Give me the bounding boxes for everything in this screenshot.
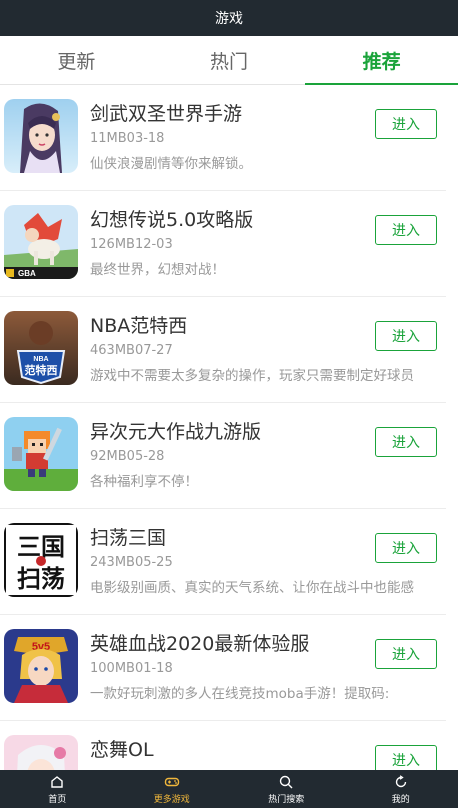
tab-recommend[interactable]: 推荐 (305, 36, 458, 85)
game-name: 扫荡三国 (90, 527, 167, 549)
game-meta: 126MB12-03 (90, 237, 173, 252)
fantasy-text: 范特西 (25, 363, 58, 377)
enter-button[interactable]: 进入 (375, 215, 437, 245)
game-meta: 11MB03-18 (90, 131, 165, 146)
game-name: 恋舞OL (90, 739, 154, 761)
dance-girl-icon[interactable] (4, 735, 78, 770)
game-name: NBA范特西 (90, 315, 188, 337)
pixel-warrior-icon[interactable] (4, 417, 78, 491)
nav-label: 更多游戏 (153, 794, 190, 805)
game-name: 剑武双圣世界手游 (90, 103, 243, 125)
game-desc: 电影级别画质、真实的天气系统、让你在战斗中也能感 (90, 580, 414, 596)
enter-button[interactable]: 进入 (375, 533, 437, 563)
home-icon (51, 775, 63, 788)
enter-button[interactable]: 进入 (375, 321, 437, 351)
game-desc: 仙侠浪漫剧情等你来解锁。 (90, 156, 252, 172)
list-item[interactable]: 异次元大作战九游版 92MB05-28 各种福利享不停！ 进入 (0, 403, 446, 509)
game-name: 异次元大作战九游版 (90, 421, 262, 443)
game-meta: 463MB07-27 (90, 343, 173, 358)
nav-label: 首页 (48, 794, 67, 805)
moba-5v5-hero-icon[interactable]: 5v5 (4, 629, 78, 703)
fantasy-knight-gba-icon[interactable]: GBA (4, 205, 78, 279)
game-name: 英雄血战2020最新体验服 (90, 633, 310, 655)
game-name: 幻想传说5.0攻略版 (90, 209, 254, 231)
game-desc: 最终世界，幻想对战！ (90, 262, 225, 278)
tab-bar: 更新 热门 推荐 (0, 36, 458, 85)
enter-button[interactable]: 进入 (375, 745, 437, 770)
title-bar: 游戏 (0, 0, 458, 36)
nav-label: 热门搜索 (268, 794, 305, 805)
gba-text: GBA (18, 269, 36, 278)
tab-hot[interactable]: 热门 (153, 36, 306, 84)
enter-button[interactable]: 进入 (375, 427, 437, 457)
list-item[interactable]: GBA 幻想传说5.0攻略版 126MB12-03 最终世界，幻想对战！ 进入 (0, 191, 446, 297)
nav-home[interactable]: 首页 (0, 770, 115, 808)
list-item[interactable]: 剑武双圣世界手游 11MB03-18 仙侠浪漫剧情等你来解锁。 进入 (0, 85, 446, 191)
page-title: 游戏 (215, 11, 243, 27)
search-icon (280, 775, 293, 788)
game-meta: 243MB05-25 (90, 555, 173, 570)
nav-more-games[interactable]: 更多游戏 (115, 770, 230, 808)
list-item[interactable]: NBA 范特西 NBA范特西 463MB07-27 游戏中不需要太多复杂的操作，… (0, 297, 446, 403)
game-desc: 游戏中不需要太多复杂的操作，玩家只需要制定好球员 (90, 368, 414, 384)
refresh-icon (395, 774, 406, 787)
game-desc: 各种福利享不停！ (90, 474, 198, 490)
nav-mine[interactable]: 我的 (344, 770, 458, 808)
list-item[interactable]: 5v5 英雄血战2020最新体验服 100MB01-18 一款好玩刺激的多人在线… (0, 615, 446, 721)
nav-hot-search[interactable]: 热门搜索 (229, 770, 344, 808)
game-desc: 一款好玩刺激的多人在线竞技moba手游！提取码: (90, 686, 390, 702)
three-kingdoms-calligraphy-icon[interactable]: 三国 扫荡 (4, 523, 78, 597)
game-meta: 100MB01-18 (90, 661, 173, 676)
nba-fantasy-icon[interactable]: NBA 范特西 (4, 311, 78, 385)
enter-button[interactable]: 进入 (375, 639, 437, 669)
gamepad-icon (164, 777, 179, 786)
saodang-text: 扫荡 (17, 564, 65, 593)
fantasy-girl-icon[interactable] (4, 99, 78, 173)
enter-button[interactable]: 进入 (375, 109, 437, 139)
nav-label: 我的 (391, 794, 410, 805)
game-meta: 92MB05-28 (90, 449, 165, 464)
bottom-nav: 首页 更多游戏 热门搜索 我的 (0, 770, 458, 808)
tab-update[interactable]: 更新 (0, 36, 153, 84)
list-item[interactable]: 恋舞OL 进入 (0, 721, 446, 770)
list-item[interactable]: 三国 扫荡 扫荡三国 243MB05-25 电影级别画质、真实的天气系统、让你在… (0, 509, 446, 615)
game-list[interactable]: 剑武双圣世界手游 11MB03-18 仙侠浪漫剧情等你来解锁。 进入 GBA 幻… (0, 85, 458, 770)
nba-text: NBA (33, 356, 48, 363)
